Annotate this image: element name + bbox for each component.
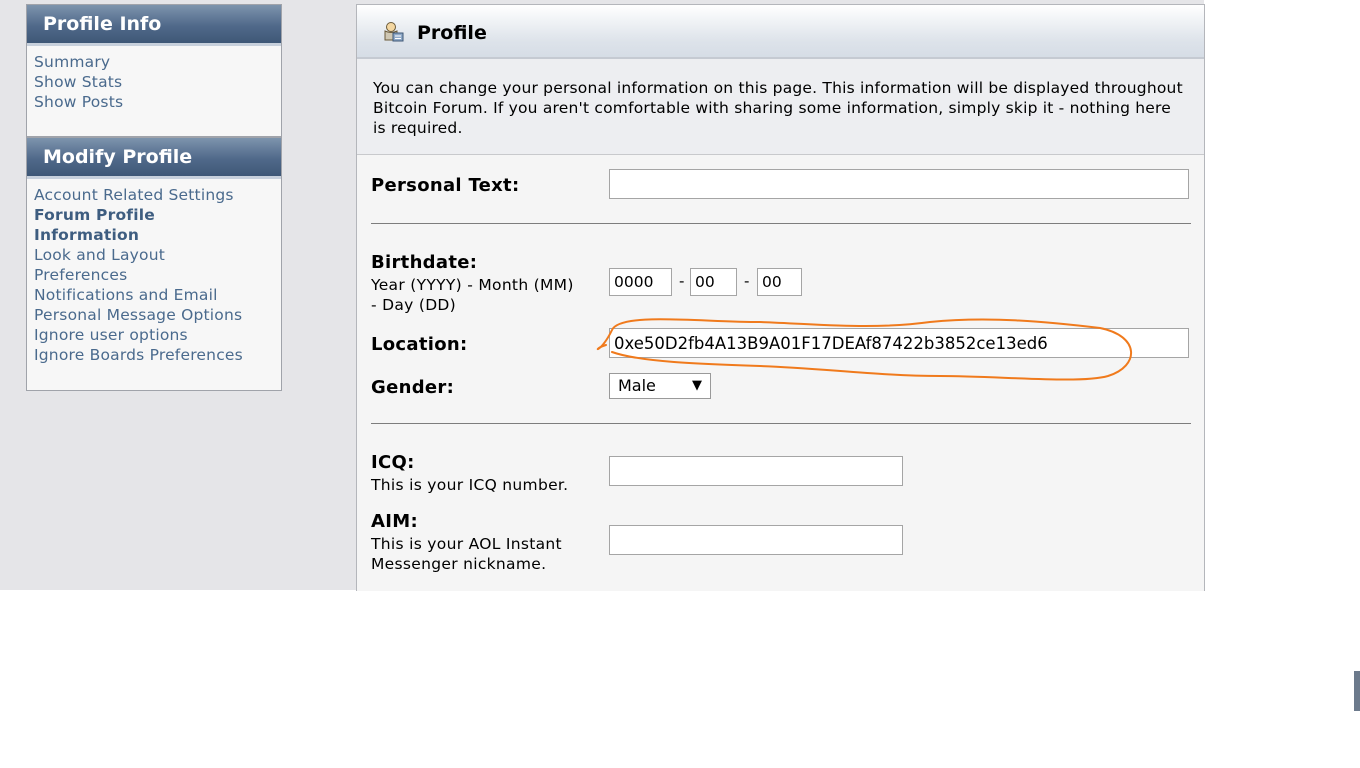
profile-info-panel: Profile Info Summary Show Stats Show Pos… xyxy=(26,4,282,137)
page-title: Profile xyxy=(417,22,487,44)
user-profile-icon xyxy=(381,20,405,44)
aim-hint: This is your AOL Instant xyxy=(371,535,562,553)
modify-profile-list: Account Related Settings Forum Profile I… xyxy=(27,179,281,375)
separator xyxy=(371,423,1191,424)
scrollbar-fragment xyxy=(1354,671,1360,711)
intro-text: You can change your personal information… xyxy=(357,59,1204,155)
profile-info-header: Profile Info xyxy=(27,5,281,46)
profile-main-panel: Profile You can change your personal inf… xyxy=(356,4,1205,591)
birth-day-input[interactable] xyxy=(757,268,802,296)
sidebar-link-look-layout[interactable]: Look and Layout xyxy=(34,245,281,265)
sidebar-link-forum-profile[interactable]: Forum Profile xyxy=(34,205,281,225)
sidebar-link-summary[interactable]: Summary xyxy=(34,52,281,72)
birthdate-hint-cont: - Day (DD) xyxy=(371,296,457,314)
sidebar-link-notifications[interactable]: Notifications and Email xyxy=(34,285,281,305)
gender-select[interactable]: Male ▼ xyxy=(609,373,711,399)
sidebar-link-show-posts[interactable]: Show Posts xyxy=(34,92,281,112)
aim-label: AIM: xyxy=(371,511,418,532)
dropdown-arrow-icon: ▼ xyxy=(692,378,702,393)
sidebar-link-look-layout-cont[interactable]: Preferences xyxy=(34,265,281,285)
sidebar-link-ignore-users[interactable]: Ignore user options xyxy=(34,325,281,345)
separator xyxy=(371,223,1191,224)
sidebar-link-pm-options[interactable]: Personal Message Options xyxy=(34,305,281,325)
personal-text-input[interactable] xyxy=(609,169,1189,199)
sidebar-link-ignore-boards[interactable]: Ignore Boards Preferences xyxy=(34,345,281,365)
sidebar-link-show-stats[interactable]: Show Stats xyxy=(34,72,281,92)
location-input[interactable] xyxy=(609,328,1189,358)
modify-profile-panel: Modify Profile Account Related Settings … xyxy=(26,137,282,391)
personal-text-label: Personal Text: xyxy=(371,175,520,196)
date-separator: - xyxy=(679,272,685,290)
icq-label: ICQ: xyxy=(371,452,415,473)
modify-profile-header: Modify Profile xyxy=(27,138,281,179)
sidebar-link-account-settings[interactable]: Account Related Settings xyxy=(34,185,281,205)
profile-info-list: Summary Show Stats Show Posts xyxy=(27,46,281,122)
icq-input[interactable] xyxy=(609,456,903,486)
date-separator: - xyxy=(744,272,750,290)
gender-selected-value: Male xyxy=(618,376,656,395)
icq-hint: This is your ICQ number. xyxy=(371,476,569,494)
gender-label: Gender: xyxy=(371,377,455,398)
aim-hint-cont: Messenger nickname. xyxy=(371,555,547,573)
birthdate-label: Birthdate: xyxy=(371,252,478,273)
sidebar-link-forum-profile-cont[interactable]: Information xyxy=(34,225,281,245)
aim-input[interactable] xyxy=(609,525,903,555)
location-label: Location: xyxy=(371,334,468,355)
birth-month-input[interactable] xyxy=(690,268,737,296)
profile-header: Profile xyxy=(357,5,1204,59)
birthdate-hint: Year (YYYY) - Month (MM) xyxy=(371,276,574,294)
birth-year-input[interactable] xyxy=(609,268,672,296)
